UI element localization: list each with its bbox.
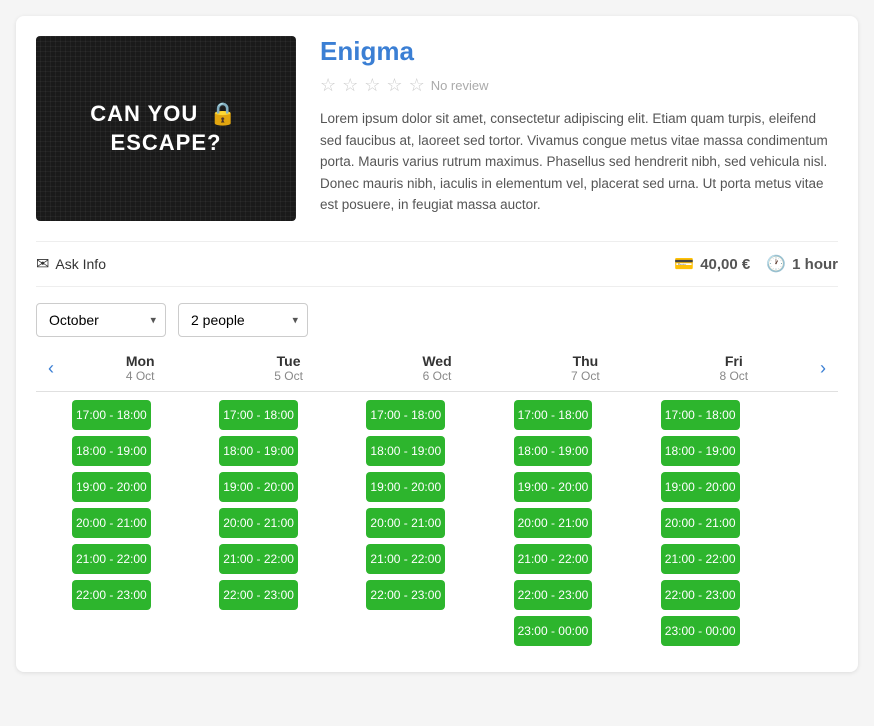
duration-section: 🕐 1 hour: [766, 254, 838, 274]
review-text: No review: [431, 78, 489, 93]
lock-icon: 🔒: [209, 101, 237, 126]
game-info: Enigma ☆ ☆ ☆ ☆ ☆ No review Lorem ipsum d…: [320, 36, 838, 221]
game-title: Enigma: [320, 36, 838, 67]
slot-button[interactable]: 21:00 - 22:00: [366, 544, 445, 574]
slot-button[interactable]: 20:00 - 21:00: [514, 508, 593, 538]
day-date-tue: 5 Oct: [214, 369, 362, 383]
slot-button[interactable]: 18:00 - 19:00: [219, 436, 298, 466]
slot-row-5: 22:00 - 23:00 22:00 - 23:00 22:00 - 23:00 2…: [36, 580, 838, 610]
slot-button[interactable]: 20:00 - 21:00: [72, 508, 151, 538]
coin-icon: 💳: [674, 254, 694, 274]
slot-button[interactable]: 22:00 - 23:00: [219, 580, 298, 610]
day-date-mon: 4 Oct: [66, 369, 214, 383]
slot-row-0: 17:00 - 18:00 17:00 - 18:00 17:00 - 18:00 1…: [36, 400, 838, 430]
slot-button[interactable]: 18:00 - 19:00: [366, 436, 445, 466]
slot-button[interactable]: 20:00 - 21:00: [219, 508, 298, 538]
image-line1: CAN YOU: [90, 101, 198, 126]
game-description: Lorem ipsum dolor sit amet, consectetur …: [320, 108, 838, 216]
slot-button[interactable]: 19:00 - 20:00: [219, 472, 298, 502]
star-2: ☆: [342, 75, 358, 96]
slot-button[interactable]: 22:00 - 23:00: [366, 580, 445, 610]
action-bar: ✉ Ask Info 💳 40,00 € 🕐 1 hour: [36, 241, 838, 287]
rating-row: ☆ ☆ ☆ ☆ ☆ No review: [320, 75, 838, 96]
slot-button[interactable]: 22:00 - 23:00: [514, 580, 593, 610]
slot-button[interactable]: 21:00 - 22:00: [661, 544, 740, 574]
slot-button[interactable]: 21:00 - 22:00: [72, 544, 151, 574]
slot-button[interactable]: 19:00 - 20:00: [514, 472, 593, 502]
people-select[interactable]: 1 person 2 people 3 people 4 people: [178, 303, 308, 337]
clock-icon: 🕐: [766, 254, 786, 274]
price-section: 💳 40,00 €: [674, 254, 750, 274]
duration-value: 1 hour: [792, 256, 838, 273]
star-4: ☆: [386, 75, 402, 96]
day-header-thu: Thu 7 Oct: [511, 353, 659, 383]
next-week-button[interactable]: ›: [808, 353, 838, 383]
calendar-header: ‹ Mon 4 Oct Tue 5 Oct Wed 6 Oct Thu 7 Oc…: [36, 353, 838, 392]
slot-button[interactable]: 20:00 - 21:00: [366, 508, 445, 538]
slot-row-1: 18:00 - 19:00 18:00 - 19:00 18:00 - 19:00 1…: [36, 436, 838, 466]
day-date-thu: 7 Oct: [511, 369, 659, 383]
game-image: CAN YOU 🔒 ESCAPE?: [36, 36, 296, 221]
day-header-wed: Wed 6 Oct: [363, 353, 511, 383]
day-date-wed: 6 Oct: [363, 369, 511, 383]
day-header-fri: Fri 8 Oct: [660, 353, 808, 383]
day-name-thu: Thu: [511, 353, 659, 369]
slot-row-6: 23:00 - 00:00 23:00 - 00:00: [36, 616, 838, 646]
slot-button[interactable]: 20:00 - 21:00: [661, 508, 740, 538]
slot-row-3: 20:00 - 21:00 20:00 - 21:00 20:00 - 21:00 2…: [36, 508, 838, 538]
slot-button[interactable]: 21:00 - 22:00: [514, 544, 593, 574]
calendar-section: ‹ Mon 4 Oct Tue 5 Oct Wed 6 Oct Thu 7 Oc…: [36, 353, 838, 646]
slot-button[interactable]: 17:00 - 18:00: [366, 400, 445, 430]
day-name-wed: Wed: [363, 353, 511, 369]
price-duration: 💳 40,00 € 🕐 1 hour: [674, 254, 838, 274]
slot-button[interactable]: 18:00 - 19:00: [72, 436, 151, 466]
day-name-mon: Mon: [66, 353, 214, 369]
slot-button[interactable]: 23:00 - 00:00: [661, 616, 740, 646]
slot-button[interactable]: 18:00 - 19:00: [514, 436, 593, 466]
slot-button[interactable]: 19:00 - 20:00: [661, 472, 740, 502]
day-header-tue: Tue 5 Oct: [214, 353, 362, 383]
month-select[interactable]: September October November: [36, 303, 166, 337]
top-section: CAN YOU 🔒 ESCAPE? Enigma ☆ ☆ ☆ ☆ ☆ No re…: [36, 36, 838, 221]
star-3: ☆: [364, 75, 380, 96]
slot-row-4: 21:00 - 22:00 21:00 - 22:00 21:00 - 22:00 2…: [36, 544, 838, 574]
month-select-wrap: September October November ▾: [36, 303, 166, 337]
day-name-fri: Fri: [660, 353, 808, 369]
slot-button[interactable]: 19:00 - 20:00: [366, 472, 445, 502]
ask-info-label: Ask Info: [55, 256, 106, 272]
slot-button[interactable]: 17:00 - 18:00: [72, 400, 151, 430]
slots-container: 17:00 - 18:00 17:00 - 18:00 17:00 - 18:00 1…: [36, 400, 838, 646]
prev-week-button[interactable]: ‹: [36, 353, 66, 383]
slot-button[interactable]: 17:00 - 18:00: [219, 400, 298, 430]
star-1: ☆: [320, 75, 336, 96]
people-select-wrap: 1 person 2 people 3 people 4 people ▾: [178, 303, 308, 337]
slot-button[interactable]: 18:00 - 19:00: [661, 436, 740, 466]
star-5: ☆: [409, 75, 425, 96]
slot-button[interactable]: 17:00 - 18:00: [661, 400, 740, 430]
slot-button[interactable]: 22:00 - 23:00: [72, 580, 151, 610]
slot-button[interactable]: 17:00 - 18:00: [514, 400, 593, 430]
envelope-icon: ✉: [36, 254, 49, 274]
main-card: CAN YOU 🔒 ESCAPE? Enigma ☆ ☆ ☆ ☆ ☆ No re…: [16, 16, 858, 672]
slot-button[interactable]: 22:00 - 23:00: [661, 580, 740, 610]
day-header-mon: Mon 4 Oct: [66, 353, 214, 383]
image-text: CAN YOU 🔒 ESCAPE?: [36, 100, 296, 157]
slot-button[interactable]: 23:00 - 00:00: [514, 616, 593, 646]
slot-button[interactable]: 21:00 - 22:00: [219, 544, 298, 574]
slot-button[interactable]: 19:00 - 20:00: [72, 472, 151, 502]
day-name-tue: Tue: [214, 353, 362, 369]
image-line2: ESCAPE?: [111, 130, 222, 155]
price-value: 40,00 €: [700, 256, 750, 273]
day-date-fri: 8 Oct: [660, 369, 808, 383]
filters-row: September October November ▾ 1 person 2 …: [36, 303, 838, 337]
ask-info-button[interactable]: ✉ Ask Info: [36, 254, 106, 274]
slot-row-2: 19:00 - 20:00 19:00 - 20:00 19:00 - 20:00 1…: [36, 472, 838, 502]
